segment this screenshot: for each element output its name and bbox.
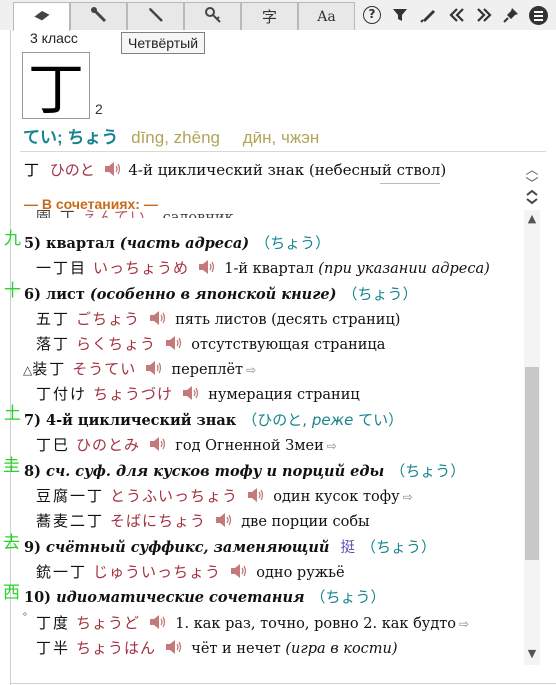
list-item: 五丁 ごちょう пять листов (десять страниц) — [36, 310, 401, 328]
main-reading-row: 丁 ひのと 4-й циклический знак (небесный ств… — [24, 159, 446, 180]
tooltip: Четвёртый — [121, 32, 206, 54]
readings: てい; ちょう dīng, zhēng дӣн, чжэн — [23, 123, 319, 148]
tab-tools[interactable] — [70, 2, 127, 30]
key-icon — [204, 6, 222, 28]
wrench-icon — [90, 6, 108, 28]
list-item: 丁度 ちょうど 1. как раз, точно, ровно 2. как б… — [36, 614, 470, 632]
scroll-up-icon[interactable]: ▲ — [524, 210, 540, 226]
speaker-icon[interactable] — [148, 614, 166, 630]
speaker-icon[interactable] — [148, 310, 166, 326]
speaker-icon[interactable] — [181, 385, 199, 401]
stroke-count: 2 — [95, 101, 103, 117]
scrollbar-thumb[interactable] — [525, 367, 539, 560]
pen-icon[interactable] — [417, 4, 439, 26]
brush-icon — [147, 6, 165, 28]
list-item: 丁巳 ひのとみ год Огненной Змеи ⇨ — [36, 436, 337, 454]
filter-icon[interactable] — [389, 4, 411, 26]
stroke-mark: 去 — [3, 533, 20, 553]
list-item: 丁付け ちょうづけ нумерация страниц — [36, 385, 360, 403]
onyomi: てい; ちょう — [23, 128, 119, 147]
arrow-right-icon[interactable]: ⇨ — [459, 617, 469, 631]
speaker-icon[interactable] — [148, 436, 166, 452]
stroke-mark: 西 — [3, 583, 20, 603]
tab-book[interactable] — [13, 2, 70, 31]
kanji-box[interactable]: 丁 — [22, 52, 90, 123]
arrow-right-icon[interactable]: ⇨ — [327, 439, 337, 453]
forward-icon[interactable] — [473, 4, 495, 26]
speaker-icon[interactable] — [103, 161, 121, 177]
main-kana: ひのと — [49, 161, 95, 179]
main-meaning: 4-й циклический знак (небесный ствол) — [128, 161, 447, 179]
panel-border-bottom — [10, 683, 556, 684]
speaker-icon[interactable] — [164, 335, 182, 351]
book-icon — [32, 8, 52, 26]
speaker-icon[interactable] — [246, 487, 264, 503]
expand-down-icon[interactable]: ﹀ — [524, 174, 540, 192]
speaker-icon[interactable] — [214, 512, 232, 528]
collapse-icon[interactable] — [522, 189, 542, 205]
list-item: 豆腐一丁 とうふいっちょう один кусок тофу ⇨ — [36, 487, 413, 505]
tab-char[interactable]: 字 — [241, 2, 298, 30]
section-header: 8) сч. суф. для кусков тофу и порций еды… — [24, 462, 466, 480]
speaker-icon[interactable] — [144, 360, 162, 376]
menu-icon[interactable] — [527, 4, 549, 26]
stroke-mark: 土 — [4, 404, 21, 424]
stroke-mark: 十 — [4, 281, 21, 301]
back-icon[interactable] — [446, 4, 468, 26]
section-header: 6) лист (особенно в японской книге) （ちょう） — [24, 285, 418, 303]
section-header: 10) идиоматические сочетания （ちょう） — [24, 588, 386, 606]
pin-icon[interactable] — [500, 4, 522, 26]
tab-font-label: Aa — [317, 8, 336, 25]
speaker-icon[interactable] — [164, 639, 182, 655]
list-item: △装丁 そうてい переплёт ⇨ — [23, 360, 257, 378]
section-header: 5) квартал (часть адреса) （ちょう） — [24, 234, 331, 252]
arrow-right-icon[interactable]: ⇨ — [403, 490, 413, 504]
toolbar: 字 Aa ? — [0, 0, 556, 31]
main-kanji: 丁 — [24, 161, 40, 179]
list-item: 園 丁えんてい садовник — [36, 208, 234, 218]
kanji-char: 丁 — [28, 58, 84, 123]
arrow-right-icon[interactable]: ⇨ — [246, 363, 256, 377]
stroke-mark: 圭 — [3, 456, 20, 476]
section-header: 9) счётный суффикс, заменяющий 挺（ちょう） — [24, 538, 437, 556]
divider — [20, 151, 546, 152]
divider-short — [380, 183, 440, 184]
list-item: 落丁 らくちょう отсутствующая страница — [36, 335, 386, 353]
pinyin: dīng, zhēng — [131, 128, 220, 147]
speaker-icon[interactable] — [229, 563, 247, 579]
grade-label: 3 класс — [30, 30, 78, 46]
help-icon[interactable]: ? — [361, 4, 383, 26]
list-item: 一丁目 いっちょうめ 1-й квартал (при указании адре… — [36, 259, 490, 277]
stroke-mark: 九 — [4, 229, 21, 249]
tab-font[interactable]: Aa — [298, 2, 355, 30]
scroll-down-icon[interactable]: ▼ — [524, 645, 540, 661]
tab-char-label: 字 — [261, 8, 277, 26]
section-header: 7) 4-й циклический знак （ひのと, реже てい） — [24, 411, 404, 429]
list-item: 銃一丁 じゅういっちょう одно ружьё — [36, 563, 345, 581]
palladius: дӣн, чжэн — [242, 128, 320, 147]
speaker-icon[interactable] — [197, 259, 215, 275]
tab-brush[interactable] — [127, 2, 184, 30]
list-item: 丁半 ちょうはん чёт и нечет (игра в кости) — [36, 639, 398, 657]
list-item: 蕎麦二丁 そばにちょう две порции собы — [36, 512, 370, 530]
tab-keys[interactable] — [184, 2, 241, 30]
triangle-icon: △ — [23, 363, 33, 377]
